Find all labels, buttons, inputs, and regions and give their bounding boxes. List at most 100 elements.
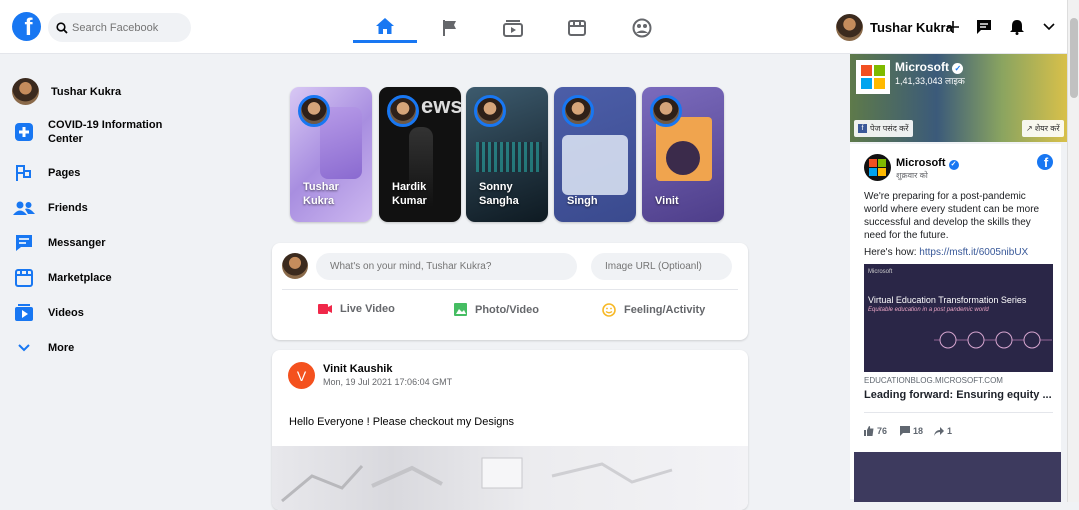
search-box[interactable] xyxy=(48,13,191,42)
post-avatar[interactable]: V xyxy=(288,362,315,389)
sidebar-item-label: Marketplace xyxy=(48,271,112,284)
flag-icon xyxy=(443,20,456,36)
photo-video-button[interactable]: Photo/Video xyxy=(454,303,539,316)
store-icon xyxy=(15,268,33,287)
avatar xyxy=(12,78,39,105)
facebook-icon: f xyxy=(1037,154,1053,170)
groups-icon xyxy=(632,18,652,38)
photo-icon xyxy=(454,303,467,316)
live-video-button[interactable]: Live Video xyxy=(318,303,395,315)
flag-icon xyxy=(16,164,31,181)
scrollbar-thumb[interactable] xyxy=(1070,18,1078,98)
sidebar-item-profile[interactable]: Tushar Kukra xyxy=(12,76,212,107)
post-timestamp: Mon, 19 Jul 2021 17:06:04 GMT xyxy=(323,377,453,387)
story-image xyxy=(476,142,542,172)
story-card[interactable]: Singh xyxy=(554,87,636,222)
link-preview-image[interactable]: Microsoft Virtual Education Transformati… xyxy=(864,264,1053,372)
account-menu-button[interactable] xyxy=(1038,16,1060,38)
link-headline[interactable]: Leading forward: Ensuring equity ... xyxy=(864,389,1052,401)
story-card[interactable]: Sonny Sangha xyxy=(466,87,548,222)
post-time: शुक्रवार को xyxy=(896,171,928,180)
story-card[interactable]: Tushar Kukra xyxy=(290,87,372,222)
comment-count[interactable]: 18 xyxy=(900,426,923,436)
feeling-activity-button[interactable]: Feeling/Activity xyxy=(602,303,705,317)
like-count[interactable]: 76 xyxy=(864,426,887,436)
page-scrollbar[interactable] xyxy=(1067,0,1079,502)
post-author[interactable]: Vinit Kaushik xyxy=(323,363,392,375)
story-avatar xyxy=(474,95,506,127)
story-image: ews xyxy=(421,93,461,118)
profile-chip[interactable]: Tushar Kukra xyxy=(836,14,953,41)
top-navbar: f Tushar Kukra xyxy=(0,0,1079,54)
banner-likes: 1,41,33,043 लाइक xyxy=(895,76,965,86)
nav-home[interactable] xyxy=(353,12,417,43)
plus-icon xyxy=(947,21,959,33)
like-page-button[interactable]: f पेज पसंद करें xyxy=(854,120,913,137)
search-icon xyxy=(56,21,68,34)
ad-link[interactable]: https://msft.it/6005nibUX xyxy=(919,247,1028,258)
verified-icon: ✓ xyxy=(952,63,964,74)
avatar xyxy=(836,14,863,41)
video-icon xyxy=(503,20,523,37)
nav-watch[interactable] xyxy=(481,12,545,44)
story-avatar xyxy=(387,95,419,127)
message-icon xyxy=(16,234,32,251)
sidebar-item-covid[interactable]: COVID-19 Information Center xyxy=(12,109,212,155)
nav-pages[interactable] xyxy=(418,12,482,44)
verified-icon: ✓ xyxy=(948,160,959,170)
action-label: Photo/Video xyxy=(475,303,539,316)
microsoft-logo xyxy=(864,154,891,181)
story-image xyxy=(562,135,628,195)
search-input[interactable] xyxy=(72,21,182,34)
store-icon xyxy=(568,20,586,36)
home-icon xyxy=(376,18,394,34)
preview-title: Virtual Education Transformation Series xyxy=(868,295,1027,305)
story-name: Sonny Sangha xyxy=(479,181,519,207)
post-composer: Live Video Photo/Video Feeling/Activity xyxy=(272,243,748,340)
status-input[interactable] xyxy=(316,253,577,280)
nav-groups[interactable] xyxy=(610,12,674,44)
story-avatar xyxy=(298,95,330,127)
facebook-icon: f xyxy=(858,124,867,133)
story-card[interactable]: ews Hardik Kumar xyxy=(379,87,461,222)
left-sidebar: Tushar Kukra COVID-19 Information Center… xyxy=(12,76,212,365)
message-icon xyxy=(977,20,991,34)
preview-brand: Microsoft xyxy=(868,269,893,275)
create-button[interactable] xyxy=(942,16,964,38)
sidebar-item-messanger[interactable]: Messanger xyxy=(12,225,212,260)
chevron-down-icon xyxy=(18,343,30,351)
page-name[interactable]: Microsoft ✓ xyxy=(896,157,959,170)
sidebar-item-more[interactable]: More xyxy=(12,330,212,365)
nav-marketplace[interactable] xyxy=(545,12,609,44)
action-label: Feeling/Activity xyxy=(624,304,706,316)
sidebar-item-label: More xyxy=(48,341,75,354)
sidebar-item-videos[interactable]: Videos xyxy=(12,295,212,330)
story-name: Vinit xyxy=(655,195,679,207)
sidebar-item-label: COVID-19 Information Center xyxy=(48,119,163,145)
page-banner[interactable]: Microsoft ✓ 1,41,33,043 लाइक f पेज पसंद क… xyxy=(850,54,1067,142)
smiley-icon xyxy=(602,303,616,317)
story-card[interactable]: Vinit xyxy=(642,87,724,222)
ad-body: We're preparing for a post-pandemic worl… xyxy=(864,191,1040,258)
notifications-button[interactable] xyxy=(1006,16,1028,38)
thumbs-up-icon xyxy=(864,426,874,436)
story-avatar xyxy=(562,95,594,127)
story-name: Tushar Kukra xyxy=(303,181,339,207)
sidebar-item-friends[interactable]: Friends xyxy=(12,190,212,225)
bell-icon xyxy=(1010,20,1024,35)
share-button[interactable]: ↗ शेयर करें xyxy=(1022,120,1064,137)
comment-icon xyxy=(900,426,910,436)
story-avatar xyxy=(650,95,682,127)
image-url-input[interactable] xyxy=(591,253,732,280)
link-domain: EDUCATIONBLOG.MICROSOFT.COM xyxy=(864,376,1003,385)
facebook-logo[interactable]: f xyxy=(12,12,41,41)
share-count[interactable]: 1 xyxy=(934,426,952,436)
profile-name: Tushar Kukra xyxy=(870,20,953,35)
post-image[interactable] xyxy=(272,446,748,510)
divider xyxy=(864,412,1053,413)
story-name: Singh xyxy=(567,195,598,207)
messenger-button[interactable] xyxy=(973,16,995,38)
sidebar-item-marketplace[interactable]: Marketplace xyxy=(12,260,212,295)
sidebar-item-pages[interactable]: Pages xyxy=(12,155,212,190)
next-ad-card[interactable] xyxy=(854,452,1061,502)
